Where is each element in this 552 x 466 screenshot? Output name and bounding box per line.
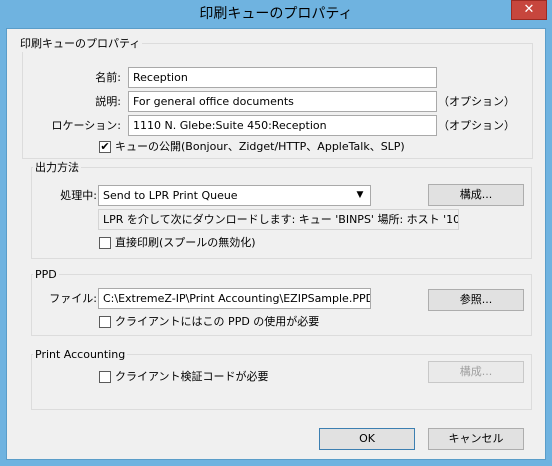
description-optional-note: （オプション）	[438, 95, 515, 108]
process-label: 処理中:	[60, 189, 97, 202]
description-field[interactable]: For general office documents	[128, 91, 437, 112]
output-method-group-label: 出力方法	[33, 160, 81, 176]
ppd-file-label: ファイル:	[49, 292, 97, 305]
description-label: 説明:	[95, 95, 121, 108]
client-ppd-checkbox[interactable]	[99, 316, 111, 328]
process-dropdown[interactable]: Send to LPR Print Queue	[98, 185, 371, 206]
process-dropdown-value: Send to LPR Print Queue	[103, 189, 238, 202]
publish-queue-checkbox[interactable]: ✔	[99, 141, 111, 153]
window-title: 印刷キューのプロパティ	[199, 6, 353, 22]
output-info-text: LPR を介して次にダウンロードします: キュー 'BINPS' 場所: ホスト…	[98, 209, 459, 230]
close-button[interactable]: ✕	[511, 0, 547, 20]
ok-button[interactable]: OK	[319, 428, 415, 450]
print-accounting-group-label: Print Accounting	[33, 347, 128, 363]
location-field[interactable]: 1110 N. Glebe:Suite 450:Reception	[128, 115, 437, 136]
name-label: 名前:	[95, 71, 121, 84]
cancel-button[interactable]: キャンセル	[428, 428, 524, 450]
direct-print-label[interactable]: 直接印刷(スプールの無効化)	[115, 235, 256, 251]
ppd-browse-button[interactable]: 参照...	[428, 289, 524, 311]
client-ppd-label[interactable]: クライアントにはこの PPD の使用が必要	[115, 314, 319, 330]
ppd-file-field[interactable]: C:\ExtremeZ-IP\Print Accounting\EZIPSamp…	[98, 288, 371, 309]
name-field[interactable]: Reception	[128, 67, 437, 88]
location-optional-note: （オプション）	[438, 119, 515, 132]
ppd-group-label: PPD	[33, 267, 59, 283]
accounting-configure-button[interactable]: 構成...	[428, 361, 524, 383]
chevron-down-icon[interactable]: ▼	[353, 186, 367, 205]
direct-print-checkbox[interactable]	[99, 237, 111, 249]
location-label: ロケーション:	[51, 119, 122, 132]
output-configure-button[interactable]: 構成...	[428, 184, 524, 206]
properties-group-label: 印刷キューのプロパティ	[18, 36, 143, 52]
validation-code-label[interactable]: クライアント検証コードが必要	[115, 369, 269, 385]
dialog-body: 印刷キューのプロパティ 名前: Reception 説明: For genera…	[6, 28, 546, 460]
publish-queue-label[interactable]: キューの公開(Bonjour、Zidget/HTTP、AppleTalk、SLP…	[115, 139, 405, 155]
validation-code-checkbox[interactable]	[99, 371, 111, 383]
